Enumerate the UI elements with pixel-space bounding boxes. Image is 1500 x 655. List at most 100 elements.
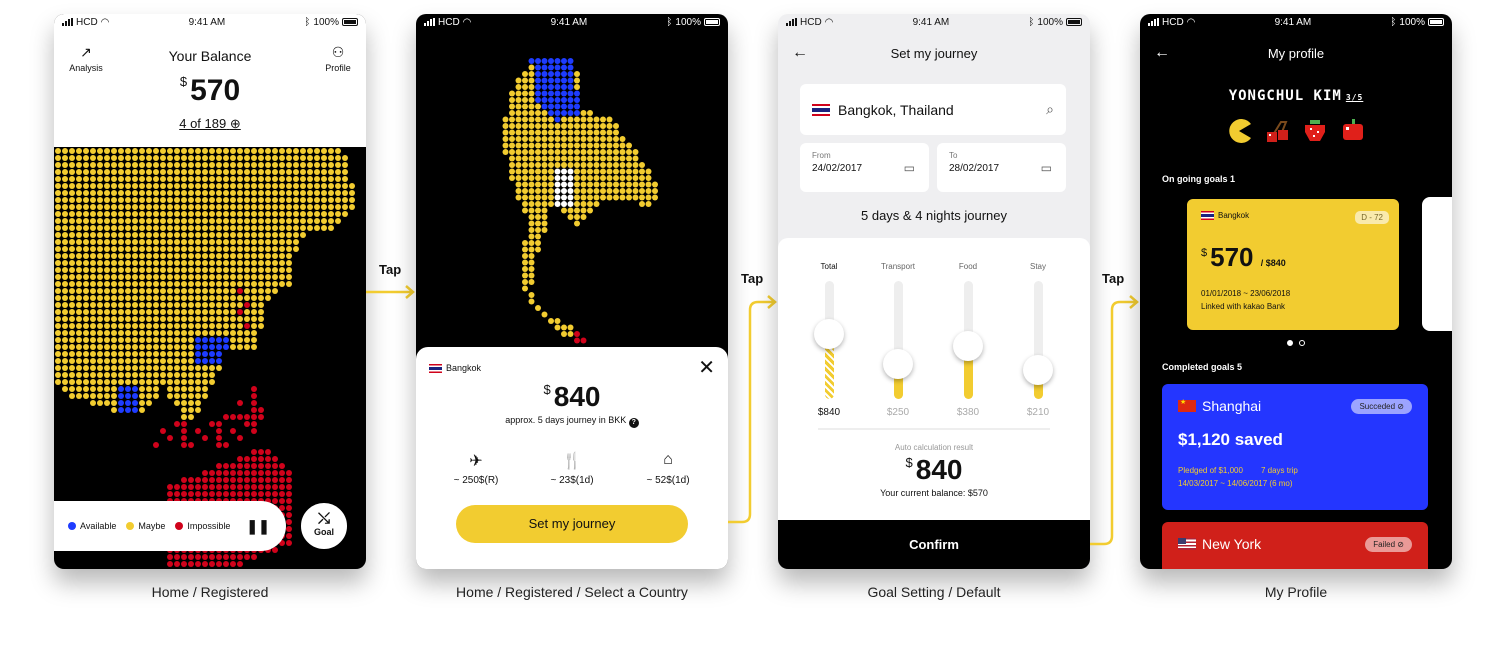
to-date-field[interactable]: To 28/02/2017 ▭ <box>937 143 1066 192</box>
confirm-button[interactable]: Confirm <box>778 520 1090 569</box>
search-icon[interactable]: ⌕ <box>1046 101 1054 118</box>
pacman-icon <box>1229 119 1251 143</box>
signal-icon <box>424 18 435 26</box>
globe-icon: ⊕ <box>229 116 241 131</box>
slider-total[interactable]: Total $840 <box>799 262 859 418</box>
signal-icon <box>786 18 797 26</box>
completed-goal-card-newyork[interactable]: New York Failed ⊘ <box>1162 522 1428 569</box>
caption-home-registered: Home / Registered <box>151 584 269 600</box>
signal-icon <box>62 18 73 26</box>
bluetooth-icon: ᛒ <box>1390 16 1397 28</box>
carousel-pager[interactable] <box>1140 340 1452 346</box>
pager-dot-active[interactable] <box>1287 340 1293 346</box>
slider-value: $250 <box>886 407 910 418</box>
saved-amount: $1,120 saved <box>1178 430 1283 449</box>
wifi-icon: ◠ <box>100 16 110 28</box>
bluetooth-icon: ᛒ <box>304 16 311 28</box>
currency-symbol: $ <box>179 74 188 89</box>
cost-stay-label: ~ 52$(1d) <box>646 475 690 486</box>
ongoing-goal-card[interactable]: Bangkok D - 72 $570 / $840 01/01/2018 ~ … <box>1185 197 1401 332</box>
route-icon: ⤯ <box>317 510 330 527</box>
battery-percent: 100% <box>1399 16 1425 28</box>
set-my-journey-button[interactable]: Set my journey <box>456 505 688 543</box>
caption-my-profile: My Profile <box>1264 584 1328 600</box>
battery-icon <box>1066 18 1082 26</box>
auto-calc-label: Auto calculation result <box>894 443 974 452</box>
slider-knob[interactable] <box>1022 354 1053 385</box>
status-bar: HCD ◠ 9:41 AM ᛒ 100% <box>1140 14 1452 30</box>
balance-value: 570 <box>190 74 241 107</box>
goal-setting-screen: HCD ◠ 9:41 AM ᛒ 100% ← Set my journey Bang… <box>778 14 1090 569</box>
close-icon[interactable]: ✕ <box>698 355 715 380</box>
profile-button[interactable]: ⚇ Profile <box>313 44 363 73</box>
status-badge: Succeded ⊘ <box>1351 398 1412 414</box>
status-bar: HCD ◠ 9:41 AM ᛒ 100% <box>54 14 366 30</box>
goal-button[interactable]: ⤯ Goal <box>299 501 349 551</box>
clock: 9:41 AM <box>912 16 950 28</box>
currency-symbol: $ <box>1201 247 1208 259</box>
clock: 9:41 AM <box>550 16 588 28</box>
battery-percent: 100% <box>675 16 701 28</box>
destination-search-input[interactable]: Bangkok, Thailand ⌕ <box>800 84 1066 135</box>
clock: 9:41 AM <box>188 16 226 28</box>
cost-transport: ✈ ~ 250$(R) <box>436 451 516 486</box>
slider-track[interactable] <box>882 281 913 399</box>
analysis-label: Analysis <box>69 63 103 73</box>
from-date-value: 24/02/2017 <box>812 163 863 174</box>
storyboard: HCD ◠ 9:41 AM ᛒ 100% ↗ Analysis Your Balan… <box>0 0 1500 655</box>
trip-length: 7 days trip <box>1260 466 1298 475</box>
slider-track[interactable] <box>1022 281 1053 399</box>
cherry-icon <box>1267 121 1288 142</box>
goal-city: Shanghai <box>1202 398 1262 414</box>
completed-goal-card-shanghai[interactable]: Shanghai Succeded ⊘ $1,120 saved Pledged … <box>1162 384 1428 510</box>
slider-stay[interactable]: Stay $210 <box>1008 262 1068 418</box>
slider-knob[interactable] <box>882 348 913 379</box>
thailand-dot-map[interactable] <box>416 30 728 350</box>
slider-track[interactable] <box>952 281 983 399</box>
next-goal-card-peek[interactable] <box>1422 197 1452 331</box>
slider-value: $840 <box>817 407 841 418</box>
slider-transport[interactable]: Transport $250 <box>868 262 928 418</box>
caption-select-country: Home / Registered / Select a Country <box>456 584 688 600</box>
slider-knob[interactable] <box>813 319 844 350</box>
divider <box>818 428 1050 430</box>
battery-percent: 100% <box>313 16 339 28</box>
goal-dates: 14/03/2017 ~ 14/06/2017 (6 mo) <box>1178 479 1293 488</box>
currency-symbol: $ <box>905 455 913 470</box>
slider-track[interactable] <box>813 281 844 399</box>
cost-food-label: ~ 23$(1d) <box>550 475 594 486</box>
yellow-dot-icon <box>126 522 135 530</box>
battery-icon <box>1428 18 1444 26</box>
pause-icon[interactable]: ❚❚ <box>246 518 269 535</box>
username: YONGCHUL KIM 3/5 <box>1140 88 1452 104</box>
from-date-field[interactable]: From 24/02/2017 ▭ <box>800 143 929 192</box>
house-icon: ⌂ <box>663 451 673 468</box>
slider-knob[interactable] <box>952 330 983 361</box>
wifi-icon: ◠ <box>462 16 472 28</box>
goal-header: New York Failed ⊘ <box>1178 536 1412 552</box>
to-date-value: 28/02/2017 <box>949 163 1000 174</box>
pager-dot[interactable] <box>1299 340 1305 346</box>
china-flag-icon <box>1178 398 1196 412</box>
approx-label: approx. 5 days journey in BKK <box>505 415 627 425</box>
blue-dot-icon <box>68 522 76 530</box>
help-icon[interactable]: ? <box>628 418 639 428</box>
select-country-screen: HCD ◠ 9:41 AM ᛒ 100% Bangkok ✕ $840 approx… <box>416 14 728 569</box>
goal-header: Shanghai Succeded ⊘ <box>1178 398 1412 414</box>
carrier: HCD <box>800 16 822 28</box>
destination-value: Bangkok, Thailand <box>838 101 954 118</box>
level-badge: 3/5 <box>1345 93 1364 102</box>
goal-city: New York <box>1202 536 1262 552</box>
x-circle-icon: ⊘ <box>1397 539 1404 549</box>
countries-count-link[interactable]: 4 of 189 ⊕ <box>54 116 366 132</box>
cost-transport-label: ~ 250$(R) <box>453 475 499 486</box>
trip-cost-value: 840 <box>553 381 601 412</box>
fork-knife-icon: 🍴 <box>562 453 582 470</box>
thailand-flag-icon <box>429 363 442 373</box>
cost-stay: ⌂ ~ 52$(1d) <box>628 451 708 486</box>
page-title: My profile <box>1267 46 1325 61</box>
goal-label: Goal <box>313 527 334 537</box>
slider-food[interactable]: Food $380 <box>938 262 998 418</box>
home-registered-screen: HCD ◠ 9:41 AM ᛒ 100% ↗ Analysis Your Balan… <box>54 14 366 569</box>
calendar-icon: ▭ <box>903 161 915 175</box>
